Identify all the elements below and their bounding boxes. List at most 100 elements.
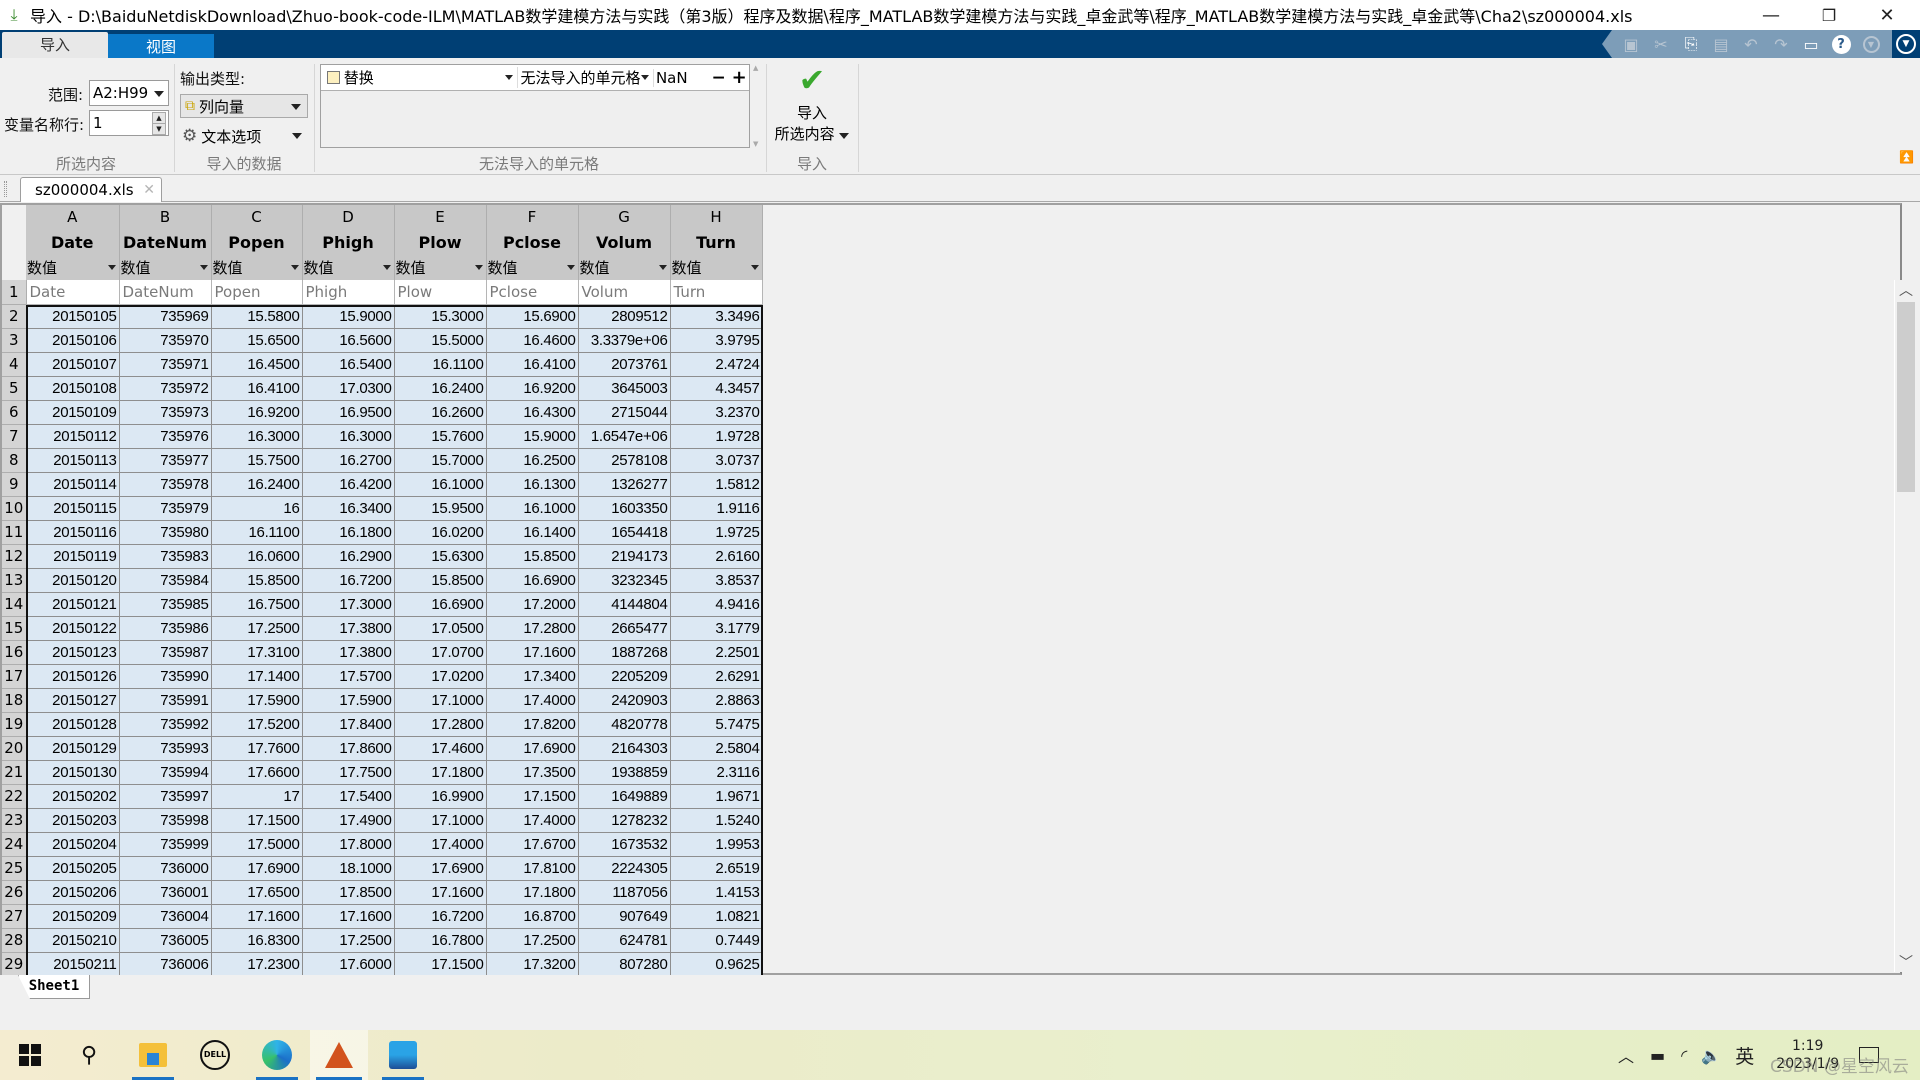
data-cell[interactable]: 1673532 (578, 832, 671, 857)
data-cell[interactable]: 16.0600 (211, 544, 303, 569)
data-cell[interactable]: 735990 (119, 664, 212, 689)
data-cell[interactable]: 735976 (119, 424, 212, 449)
data-cell[interactable]: 735984 (119, 568, 212, 593)
data-cell[interactable]: 2715044 (578, 400, 671, 425)
row-number[interactable]: 6 (2, 400, 27, 425)
column-type-dropdown[interactable]: 数值 (211, 255, 303, 280)
minimize-button[interactable]: — (1748, 0, 1794, 30)
rules-scrollbar[interactable]: ▲ ▼ (752, 64, 762, 148)
data-cell[interactable]: 735993 (119, 736, 212, 761)
data-cell[interactable]: 15.8500 (486, 544, 579, 569)
taskbar-edge[interactable] (250, 1030, 304, 1080)
data-cell[interactable]: 15.9500 (394, 496, 487, 521)
data-cell[interactable]: 17.6900 (486, 736, 579, 761)
data-cell[interactable]: 17.1800 (486, 880, 579, 905)
row-number[interactable]: 27 (2, 904, 27, 929)
data-cell[interactable]: 16.4100 (211, 376, 303, 401)
data-cell[interactable]: 2665477 (578, 616, 671, 641)
data-cell[interactable]: 17.3000 (302, 592, 395, 617)
data-cell[interactable]: 16 (211, 496, 303, 521)
column-variable-name[interactable]: Phigh (302, 229, 395, 255)
data-cell[interactable]: 20150122 (26, 616, 120, 641)
data-cell[interactable]: 735983 (119, 544, 212, 569)
data-cell[interactable]: 735987 (119, 640, 212, 665)
data-cell[interactable]: 16.2600 (394, 400, 487, 425)
data-cell[interactable]: 15.5800 (211, 304, 303, 329)
data-cell[interactable]: 17.5400 (302, 784, 395, 809)
data-cell[interactable]: 16.0200 (394, 520, 487, 545)
data-cell[interactable]: 17.8200 (486, 712, 579, 737)
data-cell[interactable]: 736006 (119, 952, 212, 977)
data-cell[interactable]: 15.7600 (394, 424, 487, 449)
data-cell[interactable]: 17.3200 (486, 952, 579, 977)
data-cell[interactable]: 17.1500 (211, 808, 303, 833)
rule-value-input[interactable]: NaN (652, 68, 708, 87)
row-number[interactable]: 12 (2, 544, 27, 569)
row-number[interactable]: 5 (2, 376, 27, 401)
data-cell[interactable]: 18.1000 (302, 856, 395, 881)
options-icon[interactable]: ▼ (1858, 33, 1884, 55)
data-cell[interactable]: 1.9725 (670, 520, 763, 545)
data-cell[interactable]: 16.4500 (211, 352, 303, 377)
data-cell[interactable]: 4.9416 (670, 592, 763, 617)
data-cell[interactable]: 1.9953 (670, 832, 763, 857)
data-cell[interactable]: 17.2000 (486, 592, 579, 617)
data-cell[interactable]: 3232345 (578, 568, 671, 593)
data-cell[interactable]: 16.2400 (394, 376, 487, 401)
data-cell[interactable]: 735980 (119, 520, 212, 545)
data-cell[interactable]: 17.6500 (211, 880, 303, 905)
data-cell[interactable]: 16.3400 (302, 496, 395, 521)
data-cell[interactable]: 17.4000 (394, 832, 487, 857)
data-cell[interactable]: 17.0300 (302, 376, 395, 401)
data-cell[interactable]: 624781 (578, 928, 671, 953)
volume-icon[interactable]: 🔈 (1701, 1046, 1721, 1065)
tab-view[interactable]: 视图 (108, 34, 214, 58)
data-cell[interactable]: 17.1400 (211, 664, 303, 689)
data-cell[interactable]: 15.3000 (394, 304, 487, 329)
row-number[interactable]: 25 (2, 856, 27, 881)
window-layout-icon[interactable]: ▭ (1798, 33, 1824, 55)
data-cell[interactable]: 20150211 (26, 952, 120, 977)
varname-cell[interactable]: Date (26, 280, 120, 305)
row-number[interactable]: 10 (2, 496, 27, 521)
data-cell[interactable]: 16.2500 (486, 448, 579, 473)
data-cell[interactable]: 17.1800 (394, 760, 487, 785)
row-number[interactable]: 21 (2, 760, 27, 785)
data-cell[interactable]: 1654418 (578, 520, 671, 545)
data-cell[interactable]: 16.1400 (486, 520, 579, 545)
varname-cell[interactable]: Turn (670, 280, 763, 305)
data-cell[interactable]: 17.2300 (211, 952, 303, 977)
taskbar-file-explorer[interactable] (126, 1030, 180, 1080)
data-cell[interactable]: 20150203 (26, 808, 120, 833)
row-number[interactable]: 20 (2, 736, 27, 761)
data-cell[interactable]: 16.6900 (394, 592, 487, 617)
rule-target[interactable]: 无法导入的单元格 (517, 67, 641, 88)
data-cell[interactable]: 16.2400 (211, 472, 303, 497)
row-number[interactable]: 22 (2, 784, 27, 809)
data-cell[interactable]: 20150116 (26, 520, 120, 545)
column-letter[interactable]: D (302, 205, 395, 229)
column-letter[interactable]: A (26, 205, 120, 229)
data-cell[interactable]: 16.9500 (302, 400, 395, 425)
data-cell[interactable]: 735986 (119, 616, 212, 641)
data-cell[interactable]: 16.9200 (486, 376, 579, 401)
data-cell[interactable]: 1649889 (578, 784, 671, 809)
row-number[interactable]: 4 (2, 352, 27, 377)
data-cell[interactable]: 16.9900 (394, 784, 487, 809)
data-cell[interactable]: 0.7449 (670, 928, 763, 953)
data-cell[interactable]: 20150106 (26, 328, 120, 353)
data-cell[interactable]: 16.9200 (211, 400, 303, 425)
data-cell[interactable]: 1.5812 (670, 472, 763, 497)
data-cell[interactable]: 2205209 (578, 664, 671, 689)
data-cell[interactable]: 16.7200 (394, 904, 487, 929)
redo-icon[interactable]: ↷ (1768, 33, 1794, 55)
column-type-dropdown[interactable]: 数值 (486, 255, 579, 280)
column-type-dropdown[interactable]: 数值 (26, 255, 120, 280)
data-cell[interactable]: 20150105 (26, 304, 120, 329)
row-number[interactable]: 16 (2, 640, 27, 665)
data-cell[interactable]: 20150108 (26, 376, 120, 401)
sheet-tab[interactable]: Sheet1 (18, 975, 90, 999)
data-cell[interactable]: 735985 (119, 592, 212, 617)
row-number[interactable]: 15 (2, 616, 27, 641)
data-cell[interactable]: 17.6700 (486, 832, 579, 857)
